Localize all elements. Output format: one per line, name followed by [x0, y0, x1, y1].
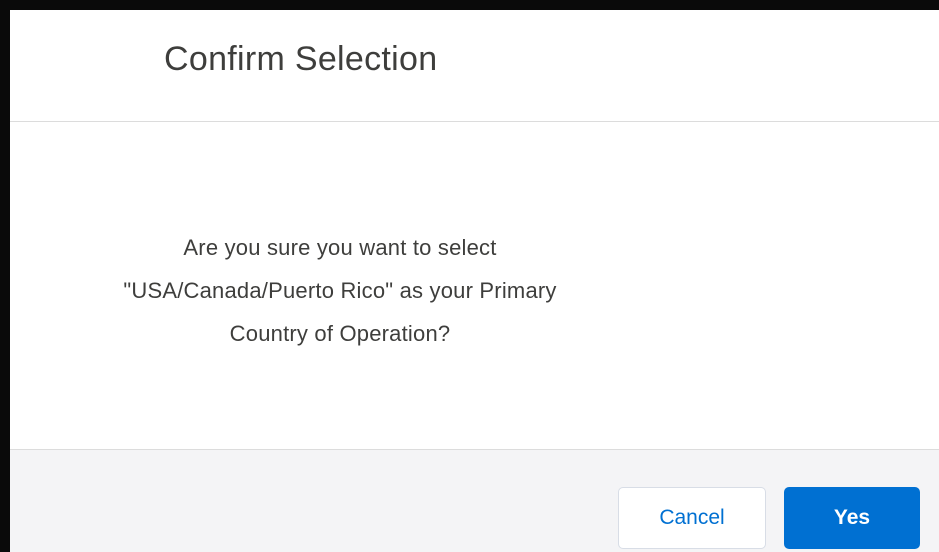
modal-footer: Cancel Yes	[10, 449, 939, 552]
confirm-selection-modal: Confirm Selection Are you sure you want …	[0, 0, 939, 552]
modal-title: Confirm Selection	[164, 40, 438, 78]
modal-body: Are you sure you want to select "USA/Can…	[10, 122, 939, 449]
confirmation-message: Are you sure you want to select "USA/Can…	[30, 226, 650, 355]
modal-header: Confirm Selection	[10, 10, 939, 122]
message-line-1: Are you sure you want to select	[183, 235, 497, 260]
message-line-3: Country of Operation?	[229, 321, 451, 346]
yes-button[interactable]: Yes	[784, 487, 920, 549]
message-line-2: "USA/Canada/Puerto Rico" as your Primary	[123, 278, 557, 303]
cancel-button[interactable]: Cancel	[618, 487, 766, 549]
